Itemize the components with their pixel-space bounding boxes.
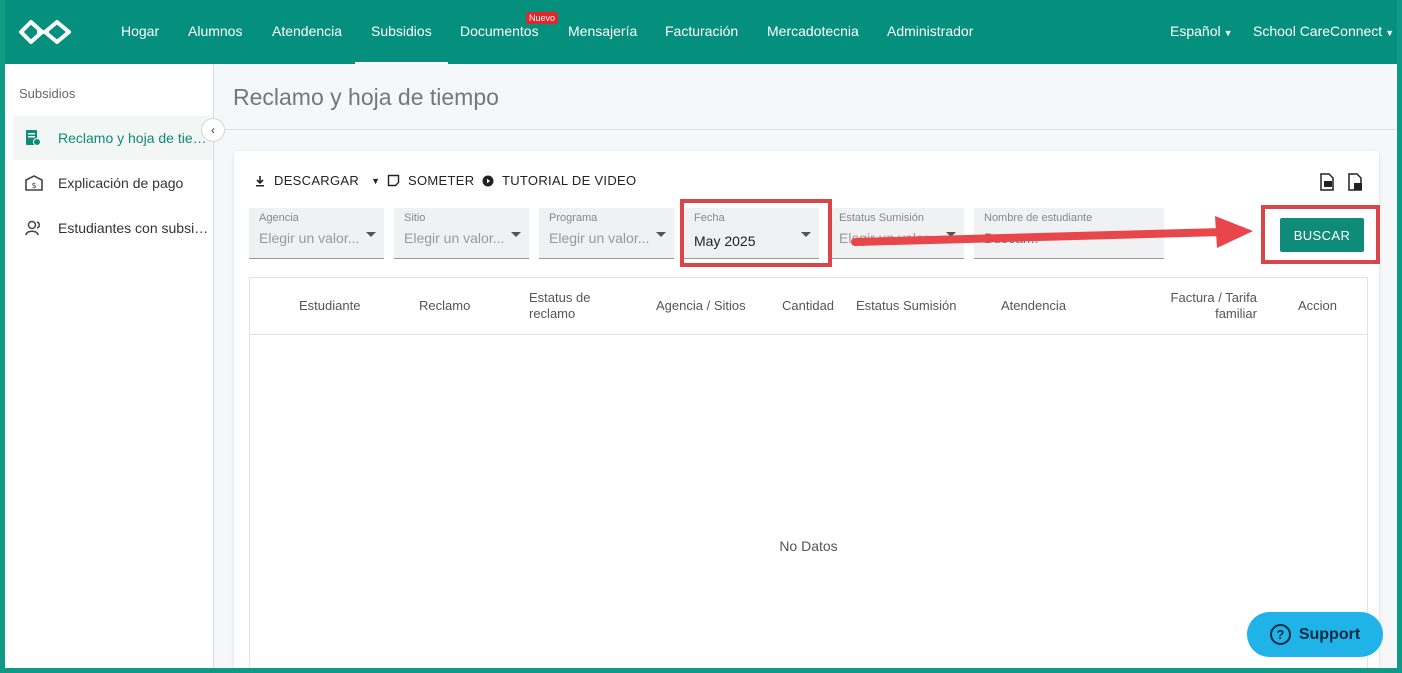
filter-label: Estatus Sumisión: [839, 212, 924, 224]
filter-label: Sitio: [404, 212, 426, 224]
filter-estatus[interactable]: Estatus Sumisión Elegir un valor...: [829, 208, 964, 259]
chevron-down-icon: ▼: [1223, 28, 1233, 38]
sidebar-item-explicacion[interactable]: $ Explicación de pago: [13, 161, 213, 205]
empty-state-text: No Datos: [779, 538, 838, 554]
video-tutorial-button[interactable]: TUTORIAL DE VIDEO: [482, 173, 636, 188]
nav-subsidios[interactable]: Subsidios: [355, 0, 448, 64]
filter-placeholder: Elegir un valor...: [549, 230, 650, 246]
page-title: Reclamo y hoja de tiempo: [233, 84, 499, 110]
filter-value: May 2025: [694, 233, 756, 249]
new-badge: Nuevo: [526, 12, 559, 24]
column-header[interactable]: Accion: [1298, 298, 1337, 314]
dropdown-arrow-icon: [946, 232, 956, 237]
filter-sitio[interactable]: Sitio Elegir un valor...: [394, 208, 529, 259]
table-header: Estudiante Reclamo Estatus de reclamo Ag…: [250, 278, 1367, 335]
claims-card: DESCARGAR ▼ SOMETER TUTORIAL DE VIDEO Ag…: [234, 151, 1379, 668]
column-header[interactable]: Cantidad: [782, 298, 834, 314]
app-window: Hogar Alumnos Atendencia Subsidios Docum…: [5, 0, 1397, 668]
help-icon: ?: [1269, 624, 1291, 645]
filter-label: Agencia: [259, 212, 299, 224]
filter-fecha[interactable]: Fecha May 2025: [684, 208, 819, 259]
nav-atendencia[interactable]: Atendencia: [272, 0, 342, 64]
sidebar-item-estudiantes[interactable]: Estudiantes con subsidio: [13, 206, 213, 250]
download-icon: [254, 175, 266, 187]
students-icon: [25, 220, 45, 236]
chevron-down-icon: ▼: [1385, 28, 1395, 38]
filter-label: Programa: [549, 212, 598, 224]
sidebar-title: Subsidios: [19, 86, 76, 101]
dropdown-arrow-icon: [366, 232, 376, 237]
export-icons: [1319, 173, 1363, 196]
filter-label: Fecha: [694, 212, 725, 224]
claims-table: Estudiante Reclamo Estatus de reclamo Ag…: [249, 277, 1368, 668]
support-label: Support: [1298, 625, 1361, 643]
filter-agencia[interactable]: Agencia Elegir un valor...: [249, 208, 384, 259]
dropdown-arrow-icon: [801, 232, 811, 237]
column-header[interactable]: Estatus de reclamo: [529, 290, 609, 322]
page-header: Reclamo y hoja de tiempo: [214, 64, 1397, 130]
claim-document-icon: [25, 129, 45, 147]
video-tutorial-label: TUTORIAL DE VIDEO: [502, 173, 637, 188]
export-table-icon[interactable]: [1347, 173, 1363, 196]
submit-button[interactable]: SOMETER: [387, 173, 474, 188]
filter-nombre[interactable]: Nombre de estudiante: [974, 208, 1164, 259]
chevron-down-icon[interactable]: ▼: [371, 176, 380, 186]
filter-programa[interactable]: Programa Elegir un valor...: [539, 208, 674, 259]
nav-subsidios-label: Subsidios: [371, 23, 432, 39]
student-search-input[interactable]: [984, 230, 1154, 246]
chevron-left-icon: ‹: [211, 123, 215, 137]
column-header[interactable]: Factura / Tarifa familiar: [1153, 290, 1257, 322]
brand-logo-icon[interactable]: [15, 16, 75, 48]
account-label: School CareConnect: [1253, 23, 1383, 39]
dropdown-arrow-icon: [511, 232, 521, 237]
column-header[interactable]: Reclamo: [419, 298, 470, 314]
download-button[interactable]: DESCARGAR ▼: [254, 173, 380, 188]
comment-icon: [387, 174, 400, 187]
nav-documentos-label: Documentos: [460, 23, 539, 39]
column-header[interactable]: Estudiante: [299, 298, 360, 314]
nav-mercadotecnia[interactable]: Mercadotecnia: [767, 0, 859, 64]
sidebar-item-label: Explicación de pago: [58, 175, 184, 191]
nav-hogar[interactable]: Hogar: [121, 0, 159, 64]
support-button[interactable]: ? Support: [1247, 612, 1383, 657]
download-label: DESCARGAR: [274, 173, 360, 188]
column-header[interactable]: Estatus Sumisión: [856, 298, 956, 314]
language-selector[interactable]: Español ▼: [1170, 0, 1233, 64]
column-header[interactable]: Agencia / Sitios: [656, 298, 746, 314]
submit-label: SOMETER: [408, 173, 475, 188]
nav-facturacion[interactable]: Facturación: [665, 0, 738, 64]
export-excel-icon[interactable]: [1319, 173, 1335, 196]
nav-administrador[interactable]: Administrador: [887, 0, 973, 64]
dropdown-arrow-icon: [656, 232, 666, 237]
account-menu[interactable]: School CareConnect ▼: [1253, 0, 1394, 64]
language-label: Español: [1170, 23, 1221, 39]
sidebar-item-reclamo[interactable]: Reclamo y hoja de tiempo: [13, 116, 213, 160]
filter-placeholder: Elegir un valor...: [839, 230, 940, 246]
svg-text:$: $: [31, 181, 36, 190]
search-button[interactable]: BUSCAR: [1280, 218, 1364, 252]
filter-placeholder: Elegir un valor...: [404, 230, 505, 246]
nav-documentos[interactable]: Documentos Nuevo: [460, 0, 559, 64]
sidebar-collapse-button[interactable]: ‹: [201, 118, 225, 142]
play-circle-icon: [482, 175, 494, 187]
sidebar-item-label: Reclamo y hoja de tiempo: [58, 130, 210, 146]
column-header[interactable]: Atendencia: [1001, 298, 1066, 314]
top-navigation-bar: Hogar Alumnos Atendencia Subsidios Docum…: [5, 0, 1397, 64]
payment-box-icon: $: [25, 175, 45, 191]
nav-alumnos[interactable]: Alumnos: [188, 0, 242, 64]
filter-label: Nombre de estudiante: [984, 212, 1093, 224]
sidebar: Subsidios Reclamo y hoja de tiempo $ Exp…: [5, 64, 214, 668]
sidebar-item-label: Estudiantes con subsidio: [58, 220, 210, 236]
filter-placeholder: Elegir un valor...: [259, 230, 360, 246]
nav-mensajeria[interactable]: Mensajería: [568, 0, 637, 64]
